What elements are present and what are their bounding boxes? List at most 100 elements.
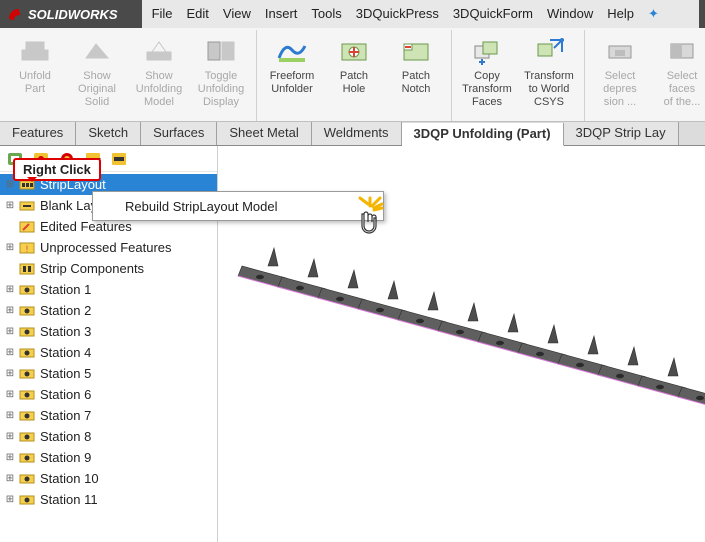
show-original-icon [80,34,114,68]
main-menu: File Edit View Insert Tools 3DQuickPress… [152,6,659,22]
tree-item[interactable]: ⊞Station 7 [0,405,217,426]
cursor-pointer-icon [348,196,388,240]
tree-expander-icon[interactable]: ⊞ [4,326,16,337]
sel-faces-icon [665,34,699,68]
command-tab[interactable]: 3DQP Strip Lay [564,122,679,145]
menu-insert[interactable]: Insert [265,6,298,22]
ribbon-button-show-unfold: Show Unfolding Model [128,32,190,119]
tree-item-label: Station 8 [40,429,91,444]
tree-item-label: Edited Features [40,219,132,234]
command-tab[interactable]: Sheet Metal [217,122,311,145]
blank-icon [18,198,36,214]
unproc-icon: ! [18,240,36,256]
ribbon: Unfold PartShow Original SolidShow Unfol… [0,28,705,122]
menu-help[interactable]: Help [607,6,634,22]
ribbon-button-freeform[interactable]: Freeform Unfolder [261,32,323,119]
tree-expander-icon[interactable]: ⊞ [4,494,16,505]
tree-expander-icon[interactable]: ⊞ [4,452,16,463]
ribbon-button-label: Select depres sion ... [603,70,637,109]
tree-item[interactable]: ⊞ Station 5 [0,363,217,384]
tree-item[interactable]: ⊞ Station 8 [0,426,217,447]
station-icon [18,429,36,445]
ribbon-group: Select depres sion ... Select faces of th… [585,30,705,121]
ribbon-button-label: Select faces of the... [664,70,701,109]
tree-expander-icon[interactable]: ⊞ [4,473,16,484]
station-icon [18,345,36,361]
tree-expander-icon[interactable]: ⊞ [4,410,16,421]
app-name: SOLIDWORKS [28,7,118,22]
menu-edit[interactable]: Edit [187,6,209,22]
ribbon-button-copy-faces[interactable]: Copy Transform Faces [456,32,518,119]
context-menu-item-label: Rebuild StripLayout Model [125,199,277,214]
tree-item-label: Strip Components [40,261,144,276]
menu-3dquickpress[interactable]: 3DQuickPress [356,6,439,22]
tree-item-label: Station 5 [40,366,91,381]
solidworks-logo-icon [6,5,24,23]
ribbon-button-label: Copy Transform Faces [462,70,512,109]
tree-item-label: Station 2 [40,303,91,318]
svg-text:!: ! [26,244,29,254]
tree-expander-icon[interactable]: ⊞ [4,368,16,379]
tree-item[interactable]: ⊞ Station 1 [0,279,217,300]
station-icon [18,408,36,424]
ribbon-button-label: Transform to World CSYS [524,70,574,109]
tree-expander-icon[interactable]: ⊞ [4,431,16,442]
station-icon [18,324,36,340]
tree-expander-icon[interactable]: ⊞ [4,200,16,211]
tree-item[interactable]: ⊞ Station 4 [0,342,217,363]
command-tab[interactable]: Weldments [312,122,402,145]
patch-hole-icon [337,34,371,68]
ribbon-button-to-world[interactable]: Transform to World CSYS [518,32,580,119]
freeform-icon [275,34,309,68]
ribbon-button-label: Show Original Solid [78,70,116,109]
tree-item[interactable]: ⊞ Station 11 [0,489,217,510]
menu-search-icon[interactable]: ✦ [648,6,659,22]
command-tab[interactable]: Sketch [76,122,141,145]
tree-item[interactable]: ⊞!Unprocessed Features [0,237,217,258]
tree-item-label: Station 11 [40,492,98,507]
ribbon-button-label: Patch Hole [340,70,368,96]
station-icon [18,492,36,508]
tree-item-label: Station 3 [40,324,91,339]
copy-faces-icon [470,34,504,68]
context-menu: Rebuild StripLayout Model [92,191,384,221]
titlebar: SOLIDWORKS File Edit View Insert Tools 3… [0,0,705,28]
station-icon [18,387,36,403]
tree-item-label: Station 4 [40,345,91,360]
ribbon-button-sel-depression: Select depres sion ... [589,32,651,119]
menu-tools[interactable]: Tools [311,6,341,22]
ribbon-button-toggle-display: Toggle Unfolding Display [190,32,252,119]
to-world-icon [532,34,566,68]
tree-strip-icon[interactable] [108,149,130,169]
ribbon-button-patch-notch[interactable]: Patch Notch [385,32,447,119]
tree-item[interactable]: ⊞ Station 3 [0,321,217,342]
tree-item-label: Station 6 [40,387,91,402]
ribbon-button-label: Patch Notch [402,70,431,96]
tree-item-label: Station 1 [40,282,91,297]
tree-item[interactable]: ⊞ Station 6 [0,384,217,405]
tree-expander-icon[interactable]: ⊞ [4,347,16,358]
menu-view[interactable]: View [223,6,251,22]
tree-item[interactable]: ⊞ Station 2 [0,300,217,321]
tree-expander-icon[interactable]: ⊞ [4,284,16,295]
tree-item[interactable]: ⊞Station 9 [0,447,217,468]
tree-expander-icon[interactable]: ⊞ [4,305,16,316]
command-tab[interactable]: Surfaces [141,122,217,145]
station-icon [18,471,36,487]
tree-expander-icon[interactable]: ⊞ [4,242,16,253]
ribbon-group: Copy Transform Faces Transform to World C… [452,30,585,121]
ribbon-button-patch-hole[interactable]: Patch Hole [323,32,385,119]
tree-item[interactable]: ⊞Station 10 [0,468,217,489]
components-icon [18,261,36,277]
ribbon-button-show-original: Show Original Solid [66,32,128,119]
tree-item[interactable]: Strip Components [0,258,217,279]
context-menu-rebuild[interactable]: Rebuild StripLayout Model [93,192,383,220]
menu-3dquickform[interactable]: 3DQuickForm [453,6,533,22]
tree-expander-icon[interactable]: ⊞ [4,389,16,400]
command-tab[interactable]: Features [0,122,76,145]
station-icon [18,450,36,466]
menu-file[interactable]: File [152,6,173,22]
command-tab[interactable]: 3DQP Unfolding (Part) [402,123,564,146]
right-click-callout: Right Click [13,158,101,181]
menu-window[interactable]: Window [547,6,593,22]
